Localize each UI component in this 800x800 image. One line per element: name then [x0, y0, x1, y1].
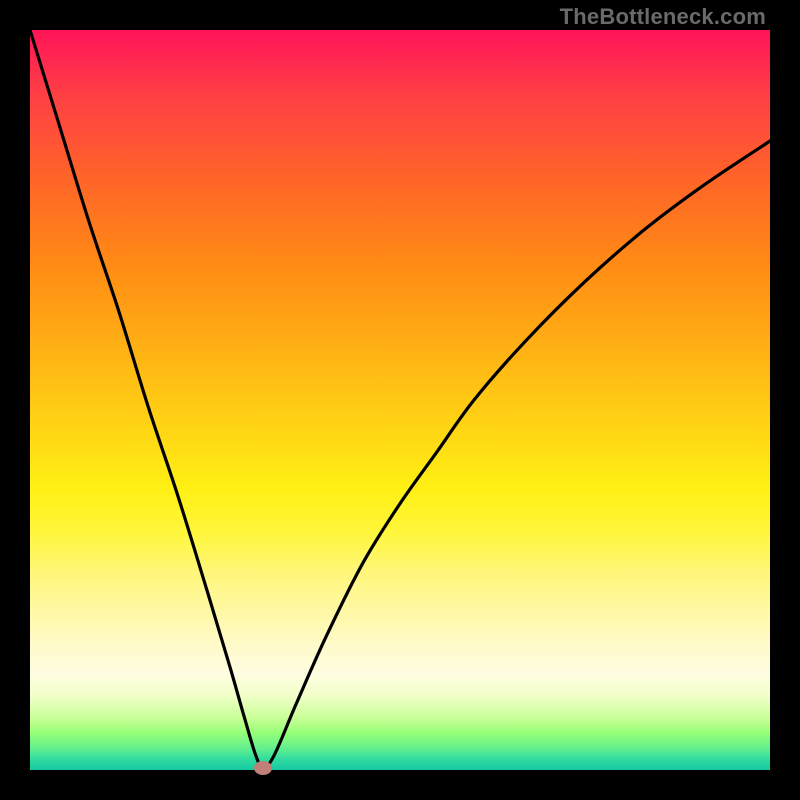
bottleneck-curve — [30, 30, 770, 768]
curve-layer — [30, 30, 770, 770]
chart-frame: TheBottleneck.com — [0, 0, 800, 800]
vertex-marker — [254, 761, 272, 775]
watermark-text: TheBottleneck.com — [560, 4, 766, 30]
